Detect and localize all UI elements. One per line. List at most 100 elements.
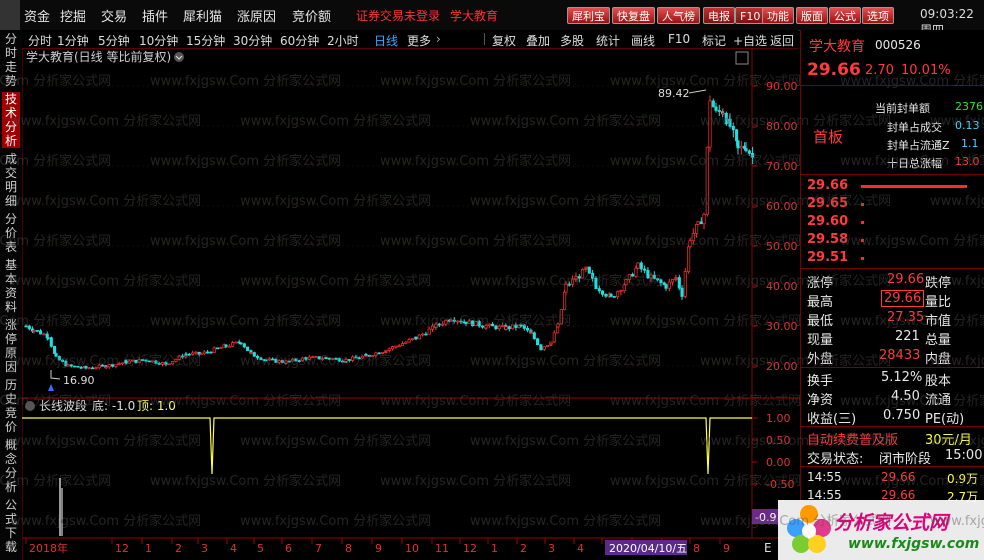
period-15min[interactable]: 15分钟 <box>186 32 225 49</box>
menu-plugin[interactable]: 插件 <box>142 6 168 25</box>
candle-body <box>42 333 46 336</box>
period-1min[interactable]: 1分钟 <box>57 32 89 49</box>
order-price-5: 29.51 <box>807 250 849 265</box>
menu-fund[interactable]: 资金 <box>24 6 50 25</box>
tool-adjust[interactable]: 复权 <box>492 32 516 49</box>
menu-trade[interactable]: 交易 <box>101 6 127 25</box>
title-dropdown-icon[interactable] <box>174 52 184 62</box>
candle-body <box>484 325 488 329</box>
tab-limit-reason[interactable]: 涨停原因 <box>2 318 20 374</box>
menu-limit-reason[interactable]: 涨原因 <box>237 6 276 25</box>
promo-text[interactable]: 自动续费普及版 <box>807 429 898 448</box>
stat-value-outer: 28433 <box>879 348 921 363</box>
candle-body <box>171 361 175 365</box>
candle-body <box>287 360 291 363</box>
chart-menu-icon[interactable] <box>735 51 749 65</box>
candle-body <box>612 296 616 298</box>
menu-xilimao[interactable]: 犀利猫 <box>183 6 222 25</box>
more-chevron-icon[interactable]: › <box>436 32 441 46</box>
tool-mark[interactable]: 标记 <box>702 32 726 49</box>
candle-body <box>627 274 631 280</box>
kline-chart[interactable]: 90.0080.0070.0060.0050.0040.0030.0020.00… <box>22 48 800 560</box>
period-daily[interactable]: 日线 <box>374 32 398 49</box>
period-5min[interactable]: 5分钟 <box>98 32 130 49</box>
candle-body <box>456 320 460 323</box>
candle-body <box>680 287 684 297</box>
tool-telegraph-button[interactable]: 电报 <box>703 7 735 24</box>
login-notice[interactable]: 证券交易未登录 <box>356 7 440 24</box>
candle-body <box>532 332 536 340</box>
high-arrow-icon <box>688 89 707 94</box>
tool-back[interactable]: 返回 <box>770 32 794 49</box>
candle-body <box>459 320 463 323</box>
tab-technical[interactable]: 技术分析 <box>2 92 20 148</box>
tool-layout-button[interactable]: 版面 <box>796 7 828 24</box>
tab-formula-download[interactable]: 公式下载 <box>2 498 20 554</box>
candle-body <box>271 358 275 361</box>
period-more[interactable]: 更多 <box>407 32 431 49</box>
candle-body <box>452 319 456 322</box>
candle-body <box>320 358 325 360</box>
period-60min[interactable]: 60分钟 <box>280 32 319 49</box>
candle-body <box>209 351 213 354</box>
candle-body <box>280 360 285 363</box>
candle-body <box>747 150 751 154</box>
tool-formula-button[interactable]: 公式 <box>829 7 861 24</box>
candle-body <box>344 359 348 362</box>
low-arrow-icon <box>50 370 61 380</box>
tool-f10[interactable]: F10 <box>668 32 690 46</box>
candle-body <box>256 355 260 359</box>
menu-mining[interactable]: 挖掘 <box>60 6 86 25</box>
candle-body <box>147 360 151 363</box>
stock-price: 29.66 <box>807 60 861 80</box>
tab-timeshare[interactable]: 分时走势 <box>2 32 20 88</box>
candle-body <box>711 100 715 108</box>
candle-body <box>464 321 468 325</box>
candle-body <box>622 284 626 291</box>
ten-day-gain-value: 13.0 <box>955 155 980 168</box>
tool-overlay[interactable]: 叠加 <box>526 32 550 49</box>
tool-multi-stock[interactable]: 多股 <box>560 32 584 49</box>
candle-body <box>552 332 556 343</box>
candle-body <box>427 328 431 335</box>
candle-body <box>619 290 623 292</box>
candle-body <box>187 353 191 356</box>
tool-add-watchlist[interactable]: +自选 <box>733 32 767 49</box>
tab-history-auction[interactable]: 历史竞价 <box>2 378 20 434</box>
candle-body <box>591 272 595 279</box>
candle-body <box>234 341 238 344</box>
promo-price[interactable]: 30元/月 <box>925 429 972 448</box>
candle-body <box>529 332 533 335</box>
candle-body <box>202 351 206 355</box>
period-timeshare[interactable]: 分时 <box>28 32 52 49</box>
candle-body <box>567 283 571 286</box>
tool-function-button[interactable]: 功能 <box>762 7 794 24</box>
candle-body <box>652 274 656 279</box>
tab-trade-detail[interactable]: 成交明细 <box>2 152 20 208</box>
tab-basic-info[interactable]: 基本资料 <box>2 258 20 314</box>
tool-f10-button[interactable]: F10 <box>735 7 766 24</box>
cursor-date-text: 2020/04/10/五 <box>609 542 687 555</box>
tool-draw-line[interactable]: 画线 <box>631 32 655 49</box>
menu-auction-amount[interactable]: 竞价额 <box>292 6 331 25</box>
period-30min[interactable]: 30分钟 <box>233 32 272 49</box>
time-tick-label: 9 <box>723 542 730 555</box>
stat-label-total-volume: 总量 <box>925 333 952 348</box>
indicator-dropdown-icon[interactable] <box>25 401 35 411</box>
period-10min[interactable]: 10分钟 <box>139 32 178 49</box>
tool-statistics[interactable]: 统计 <box>596 32 620 49</box>
tab-concept[interactable]: 概念分析 <box>2 438 20 494</box>
tool-popularity-button[interactable]: 人气榜 <box>657 7 700 24</box>
tool-review-button[interactable]: 快复盘 <box>612 7 655 24</box>
candle-body <box>364 354 368 356</box>
panel-divider <box>801 85 984 86</box>
candle-body <box>311 356 315 359</box>
candle-body <box>374 352 378 357</box>
period-2hour[interactable]: 2小时 <box>327 32 359 49</box>
trade-status-label: 交易状态: <box>807 452 864 467</box>
order-price-3: 29.60 <box>807 214 849 229</box>
tool-options-button[interactable]: 选项 <box>862 7 894 24</box>
candle-body <box>744 148 748 152</box>
tool-xilibao-button[interactable]: 犀利宝 <box>567 7 610 24</box>
tab-price-table[interactable]: 分价表 <box>2 212 20 254</box>
